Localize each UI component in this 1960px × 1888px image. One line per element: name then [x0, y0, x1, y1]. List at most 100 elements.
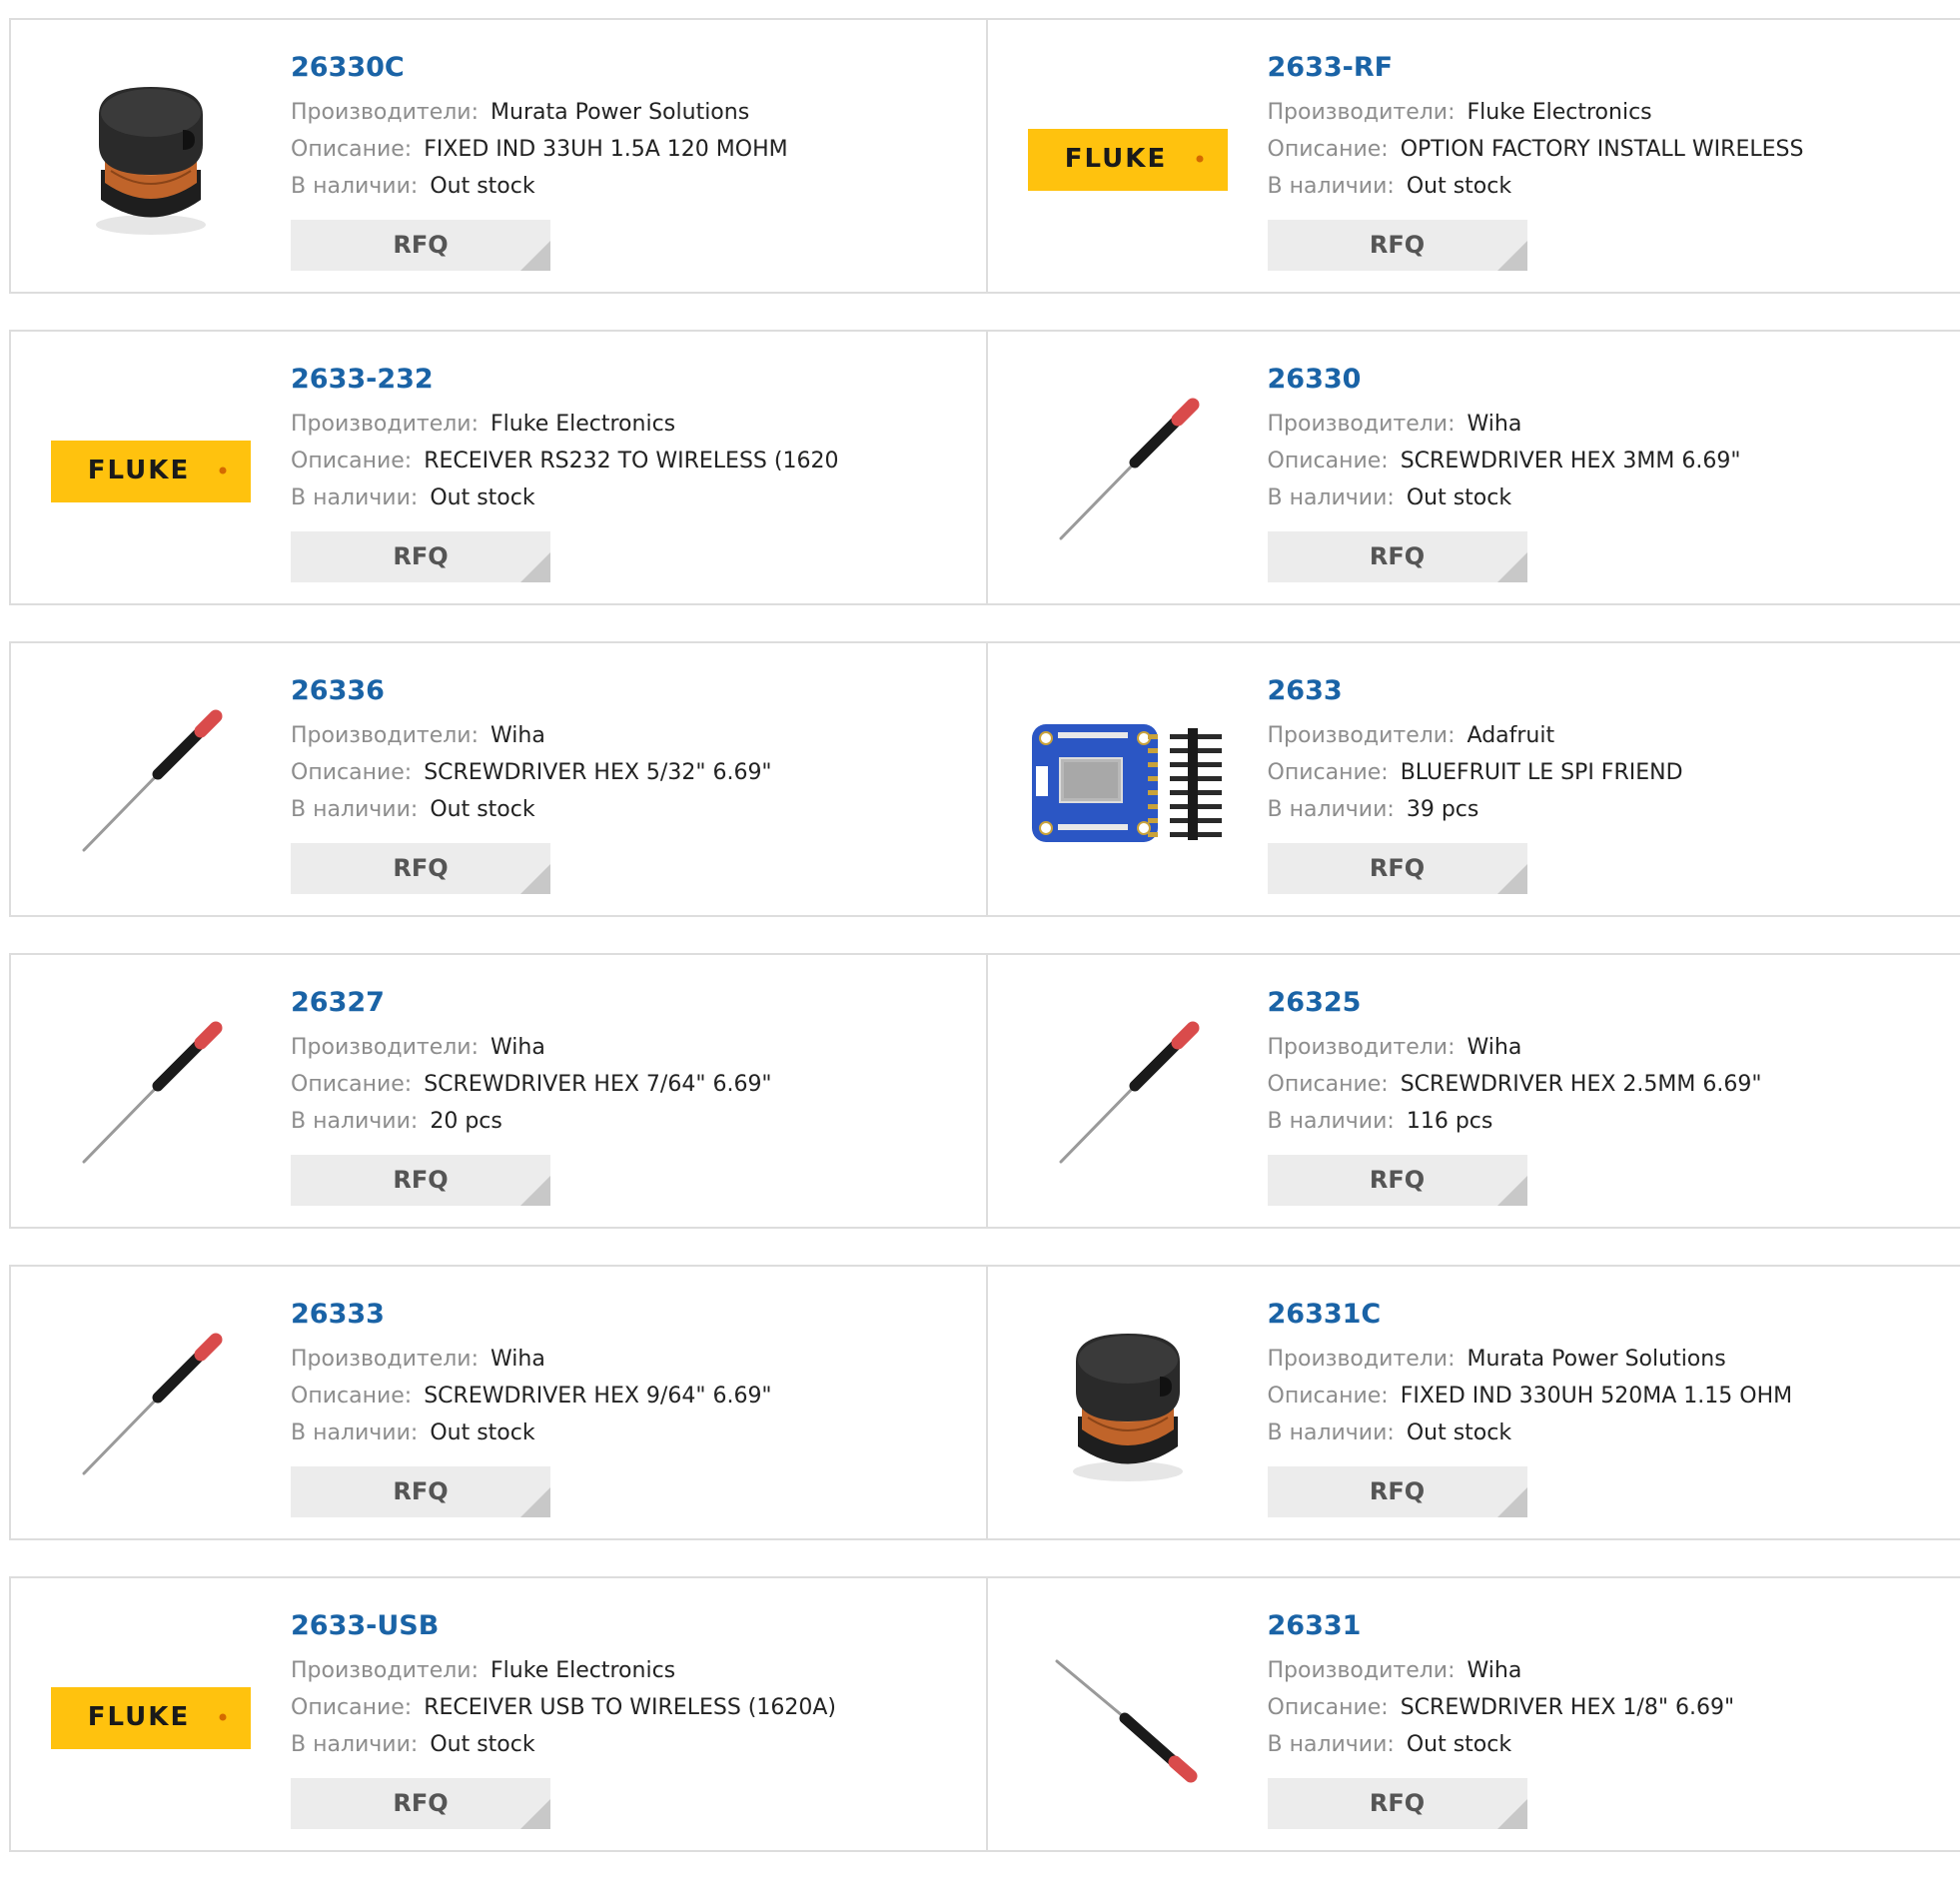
screwdriver-icon-reversed[interactable] [1028, 1618, 1228, 1818]
manufacturer-label: Производители: [1268, 1658, 1456, 1683]
part-number-link[interactable]: 2633-232 [291, 362, 966, 398]
stock-label: В наличии: [1268, 1109, 1395, 1134]
product-info: 26330C Производители:Murata Power Soluti… [291, 50, 966, 271]
product-card: 26331 Производители:Wiha Описание:SCREWD… [986, 1578, 1960, 1850]
part-number-link[interactable]: 26330C [291, 50, 966, 86]
part-number-link[interactable]: 26333 [291, 1297, 966, 1333]
manufacturer-label: Производители: [291, 412, 479, 437]
screwdriver-icon[interactable] [51, 683, 251, 883]
product-info: 26327 Производители:Wiha Описание:SCREWD… [291, 985, 966, 1206]
stock-value: Out stock [1407, 1420, 1511, 1445]
part-number-link[interactable]: 26331 [1268, 1608, 1941, 1644]
description-row: Описание:SCREWDRIVER HEX 9/64" 6.69" [291, 1378, 966, 1415]
description-label: Описание: [1268, 449, 1389, 473]
manufacturer-row: Производители:Wiha [291, 1029, 966, 1066]
product-card: 26325 Производители:Wiha Описание:SCREWD… [986, 955, 1960, 1227]
stock-label: В наличии: [1268, 485, 1395, 510]
screwdriver-icon[interactable] [51, 1307, 251, 1506]
rfq-label: RFQ [393, 854, 448, 882]
stock-row: В наличии:Out stock [1268, 168, 1941, 205]
rfq-button[interactable]: RFQ [1268, 531, 1527, 582]
rfq-button[interactable]: RFQ [1268, 1466, 1527, 1517]
fluke-logo[interactable]: FLUKE [51, 372, 251, 571]
manufacturer-row: Производители:Wiha [291, 1341, 966, 1378]
product-card: FLUKE 2633-232 Производители: Fluke Elect… [11, 332, 986, 603]
description-row: Описание:SCREWDRIVER HEX 1/8" 6.69" [1268, 1689, 1941, 1726]
product-info: 26325 Производители:Wiha Описание:SCREWD… [1268, 985, 1941, 1206]
corner-decoration [520, 1799, 550, 1829]
manufacturer-value: Fluke Electronics [490, 412, 675, 437]
stock-row: В наличии:Out stock [1268, 1726, 1941, 1763]
part-number-link[interactable]: 26331C [1268, 1297, 1941, 1333]
description-value: RECEIVER USB TO WIRELESS (1620A) [424, 1695, 836, 1720]
manufacturer-row: Производители:Wiha [1268, 1029, 1941, 1066]
product-card: 26331C Производители:Murata Power Soluti… [986, 1267, 1960, 1538]
fluke-logo[interactable]: FLUKE [1028, 60, 1228, 260]
rfq-button[interactable]: RFQ [1268, 1155, 1527, 1206]
manufacturer-value: Wiha [1468, 412, 1522, 437]
description-label: Описание: [291, 449, 412, 473]
stock-value: Out stock [1407, 1732, 1511, 1757]
stock-row: В наличии:Out stock [291, 791, 966, 828]
screwdriver-icon[interactable] [51, 995, 251, 1195]
rfq-button[interactable]: RFQ [1268, 1778, 1527, 1829]
manufacturer-value: Wiha [1468, 1035, 1522, 1060]
manufacturer-label: Производители: [1268, 723, 1456, 748]
part-number-link[interactable]: 2633 [1268, 673, 1941, 709]
product-info: 2633-232 Производители: Fluke Electronics… [291, 362, 966, 582]
inductor-icon[interactable] [1028, 1307, 1228, 1506]
description-row: Описание:OPTION FACTORY INSTALL WIRELESS [1268, 131, 1941, 168]
rfq-button[interactable]: RFQ [1268, 843, 1527, 894]
stock-value: 39 pcs [1407, 797, 1479, 822]
manufacturer-label: Производители: [291, 1347, 479, 1372]
manufacturer-label: Производители: [291, 723, 479, 748]
part-number-link[interactable]: 2633-USB [291, 1608, 966, 1644]
rfq-button[interactable]: RFQ [291, 1466, 550, 1517]
part-number-link[interactable]: 26327 [291, 985, 966, 1021]
product-info: 26330 Производители:Wiha Описание:SCREWD… [1268, 362, 1941, 582]
product-card: 2633 Производители:Adafruit Описание:BLU… [986, 643, 1960, 915]
rfq-label: RFQ [393, 1789, 448, 1817]
part-number-link[interactable]: 26336 [291, 673, 966, 709]
inductor-icon[interactable] [51, 60, 251, 260]
rfq-button[interactable]: RFQ [291, 1778, 550, 1829]
rfq-button[interactable]: RFQ [291, 531, 550, 582]
rfq-label: RFQ [1370, 1166, 1425, 1194]
rfq-button[interactable]: RFQ [291, 1155, 550, 1206]
stock-row: В наличии: Out stock [1268, 1415, 1941, 1451]
corner-decoration [1497, 552, 1527, 582]
product-row: FLUKE 2633-232 Производители: Fluke Elect… [9, 330, 1960, 605]
manufacturer-label: Производители: [291, 1035, 479, 1060]
rfq-button[interactable]: RFQ [291, 843, 550, 894]
fluke-logo[interactable]: FLUKE [51, 1618, 251, 1818]
stock-row: В наличии:Out stock [291, 168, 966, 205]
stock-row: В наличии:116 pcs [1268, 1103, 1941, 1140]
screwdriver-icon[interactable] [1028, 372, 1228, 571]
product-info: 26331 Производители:Wiha Описание:SCREWD… [1268, 1608, 1941, 1829]
product-info: 2633-RF Производители:Fluke Electronics … [1268, 50, 1941, 271]
rfq-button[interactable]: RFQ [1268, 220, 1527, 271]
corner-decoration [520, 1176, 550, 1206]
svg-text:FLUKE: FLUKE [1064, 144, 1166, 174]
stock-value: Out stock [1407, 174, 1511, 199]
description-label: Описание: [291, 760, 412, 785]
part-number-link[interactable]: 2633-RF [1268, 50, 1941, 86]
stock-label: В наличии: [291, 1420, 418, 1445]
description-row: Описание:FIXED IND 330UH 520MA 1.15 OHM [1268, 1378, 1941, 1415]
rfq-label: RFQ [1370, 854, 1425, 882]
part-number-link[interactable]: 26325 [1268, 985, 1941, 1021]
manufacturer-value: Murata Power Solutions [1468, 1347, 1726, 1372]
stock-label: В наличии: [1268, 1420, 1395, 1445]
rfq-label: RFQ [1370, 1477, 1425, 1505]
rfq-label: RFQ [393, 542, 448, 570]
description-value: SCREWDRIVER HEX 3MM 6.69" [1401, 449, 1741, 473]
description-value: RECEIVER RS232 TO WIRELESS (1620 [424, 449, 838, 473]
rfq-button[interactable]: RFQ [291, 220, 550, 271]
screwdriver-icon[interactable] [1028, 995, 1228, 1195]
product-row: 26333 Производители:Wiha Описание:SCREWD… [9, 1265, 1960, 1540]
manufacturer-row: Производители:Fluke Electronics [1268, 94, 1941, 131]
stock-row: В наличии:Out stock [291, 479, 966, 516]
description-label: Описание: [1268, 1072, 1389, 1097]
circuit-board-icon[interactable] [1028, 683, 1228, 883]
part-number-link[interactable]: 26330 [1268, 362, 1941, 398]
